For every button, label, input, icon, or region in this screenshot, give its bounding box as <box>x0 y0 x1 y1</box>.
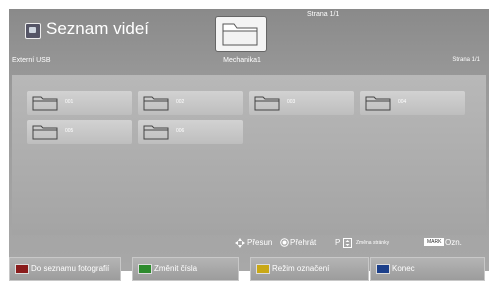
folder-icon <box>254 96 280 111</box>
folder-item[interactable]: 005 <box>27 120 132 144</box>
source-label: Externí USB <box>12 57 51 64</box>
video-list-screen: Seznam videí Strana 1/1 Mechanika1 Exter… <box>9 9 489 281</box>
yellow-key-icon <box>256 264 270 274</box>
folder-item[interactable]: 001 <box>27 91 132 115</box>
folder-name: 002 <box>176 99 185 105</box>
to-photo-list-button[interactable]: Do seznamu fotografií <box>9 257 121 281</box>
folder-icon <box>32 96 58 111</box>
mark-mode-button[interactable]: Režim označení <box>250 257 369 281</box>
folder-name: 005 <box>65 128 74 134</box>
change-numbers-button[interactable]: Změnit čísla <box>132 257 239 281</box>
page-updown-icon <box>343 238 352 250</box>
page-key: P <box>335 238 341 247</box>
page-indicator-top: Strana 1/1 <box>307 11 340 18</box>
page-indicator-right: Strana 1/1 <box>452 57 480 63</box>
page-change-hint: Změna stránky <box>356 240 390 246</box>
folder-icon <box>32 125 58 140</box>
folder-grid: 001 002 003 004 005 006 <box>12 75 486 235</box>
page-title: Seznam videí <box>46 19 149 38</box>
blue-key-icon <box>376 264 390 274</box>
exit-button[interactable]: Konec <box>370 257 485 281</box>
red-key-icon <box>15 264 29 274</box>
device-folder-button[interactable] <box>215 16 267 52</box>
folder-icon <box>143 96 169 111</box>
green-key-icon <box>138 264 152 274</box>
video-list-icon <box>25 23 41 39</box>
move-hint: Přesun <box>247 238 273 247</box>
mark-hint: Ozn. <box>445 238 462 247</box>
folder-icon <box>222 23 258 46</box>
folder-icon <box>143 125 169 140</box>
key-hints: Přesun Přehrát P Změna stránky MARK Ozn. <box>9 238 489 250</box>
folder-item[interactable]: 004 <box>360 91 465 115</box>
function-bar: Do seznamu fotografií Změnit čísla Režim… <box>9 254 489 281</box>
ok-button-icon <box>280 238 289 249</box>
navigate-arrows-icon <box>235 238 245 250</box>
folder-name: 004 <box>398 99 407 105</box>
folder-name: 006 <box>176 128 185 134</box>
folder-name: 001 <box>65 99 74 105</box>
device-label: Mechanika1 <box>223 57 261 64</box>
folder-item[interactable]: 002 <box>138 91 243 115</box>
header: Seznam videí Strana 1/1 Mechanika1 Exter… <box>9 9 489 74</box>
folder-icon <box>365 96 391 111</box>
folder-item[interactable]: 006 <box>138 120 243 144</box>
play-hint: Přehrát <box>290 238 317 247</box>
folder-item[interactable]: 003 <box>249 91 354 115</box>
folder-name: 003 <box>287 99 296 105</box>
mark-key-badge: MARK <box>424 238 445 246</box>
